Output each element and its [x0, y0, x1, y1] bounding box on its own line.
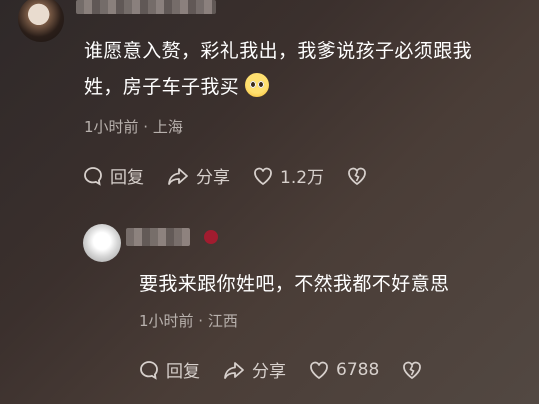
reply-dislike-button[interactable] — [401, 359, 429, 381]
dislike-button[interactable] — [346, 165, 374, 187]
chat-bubble-icon — [140, 360, 158, 380]
heart-icon — [254, 167, 272, 185]
broken-heart-icon — [348, 167, 366, 185]
replier-badge — [204, 230, 218, 244]
like-button[interactable]: 1.2万 — [252, 163, 324, 188]
share-button[interactable]: 分享 — [166, 163, 230, 188]
like-count: 1.2万 — [280, 168, 325, 188]
reply-button[interactable]: 回复 — [82, 163, 144, 188]
reply-like-button[interactable]: 6788 — [308, 359, 379, 381]
heart-icon — [310, 361, 328, 379]
reply-actions: 回复 分享 6788 — [138, 357, 451, 382]
share-arrow-icon — [224, 361, 244, 379]
reply-reply-label: 回复 — [166, 362, 200, 382]
reply-text: 要我来跟你姓吧，不然我都不好意思 — [139, 273, 450, 295]
reply-reply-button[interactable]: 回复 — [138, 357, 200, 382]
reply-like-count: 6788 — [336, 359, 380, 380]
commenter-avatar[interactable] — [18, 0, 64, 42]
reply-share-label: 分享 — [252, 362, 286, 382]
broken-heart-icon — [403, 361, 422, 379]
pleading-face-emoji-icon — [245, 73, 270, 97]
comment-text-line-2: 姓，房子车子我买 — [84, 69, 524, 105]
share-arrow-icon — [168, 167, 188, 185]
comment-text: 谁愿意入赘，彩礼我出，我爹说孩子必须跟我 姓，房子车子我买 — [84, 33, 524, 105]
reply-label: 回复 — [110, 168, 144, 188]
replier-avatar[interactable] — [83, 224, 121, 262]
comment-actions: 回复 分享 1.2万 — [82, 163, 396, 188]
share-label: 分享 — [196, 168, 230, 188]
commenter-name-redacted[interactable] — [76, 0, 216, 14]
comment-text-line-1: 谁愿意入赘，彩礼我出，我爹说孩子必须跟我 — [84, 40, 473, 62]
chat-bubble-icon — [84, 166, 102, 186]
reply-share-button[interactable]: 分享 — [222, 357, 286, 382]
comment-text-line-2-text: 姓，房子车子我买 — [84, 76, 240, 98]
replier-name-redacted[interactable] — [126, 228, 190, 246]
reply-meta: 1小时前 · 江西 — [139, 312, 238, 330]
comment-meta: 1小时前 · 上海 — [84, 118, 183, 136]
